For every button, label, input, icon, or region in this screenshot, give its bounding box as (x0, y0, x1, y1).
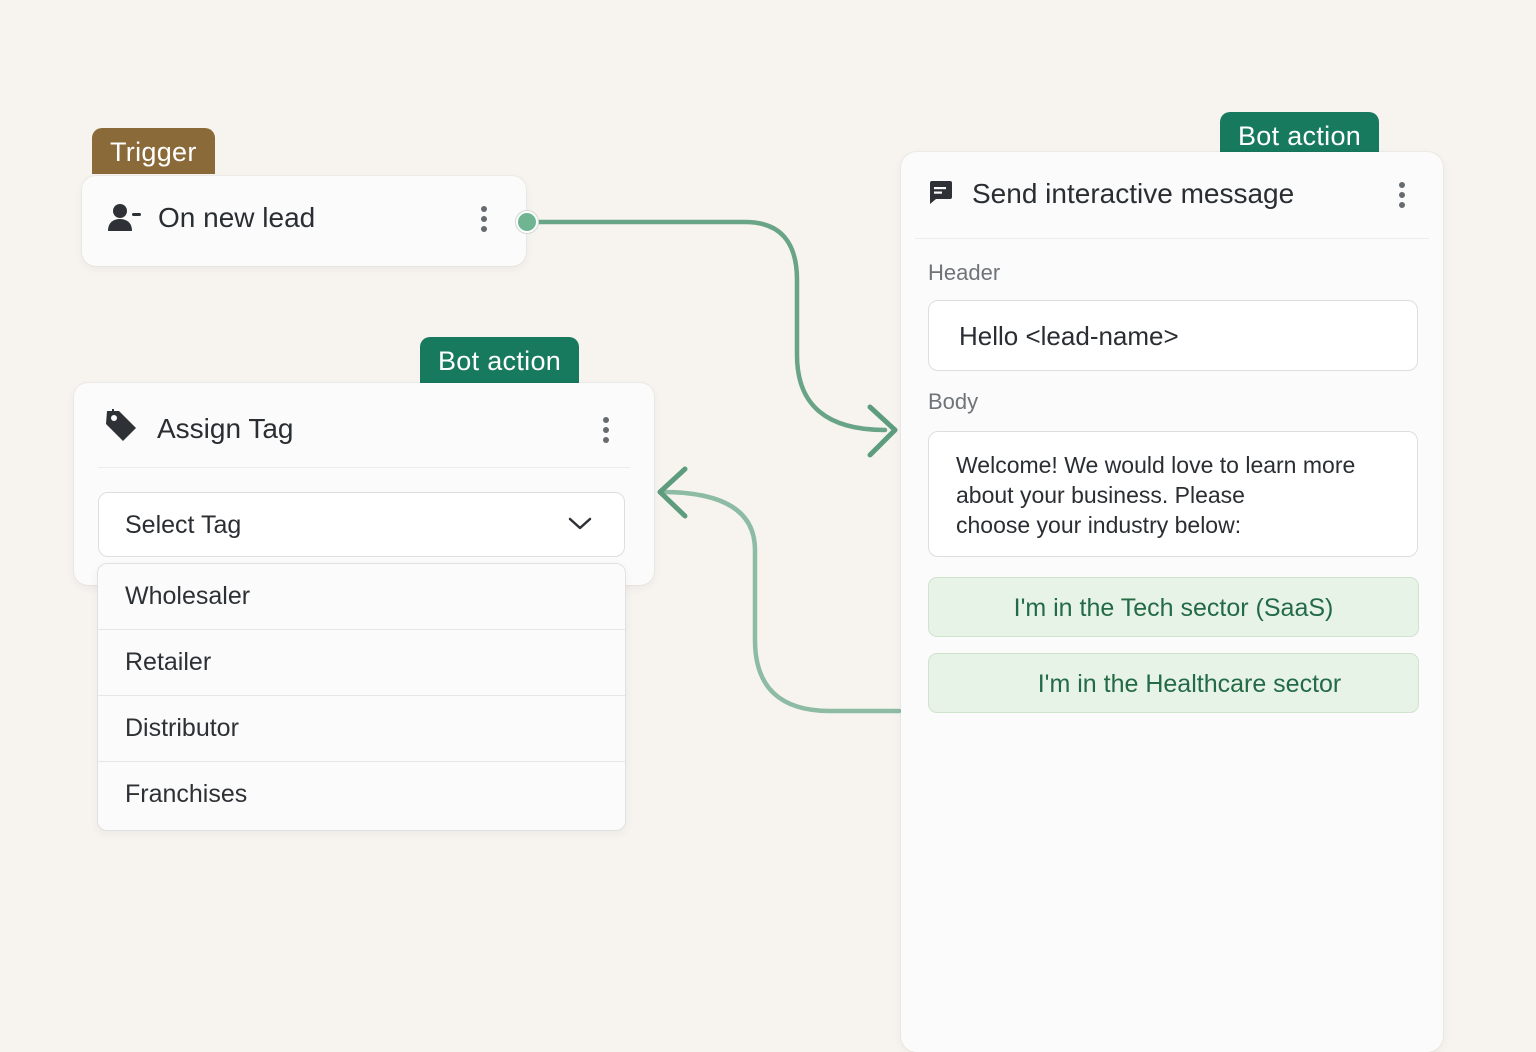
header-input[interactable]: Hello <lead-name> (928, 300, 1418, 371)
trigger-output-port[interactable] (516, 211, 538, 233)
tag-options-list: Wholesaler Retailer Distributor Franchis… (97, 563, 626, 831)
body-line-2: about your business. Please (956, 482, 1245, 508)
tag-option-retailer[interactable]: Retailer (98, 630, 625, 696)
message-header-divider (915, 238, 1429, 239)
body-textarea[interactable]: Welcome! We would love to learn more abo… (928, 431, 1418, 557)
reply-button-tech[interactable]: I'm in the Tech sector (SaaS) (928, 577, 1419, 637)
tag-icon (104, 409, 140, 443)
assign-tag-menu-button[interactable] (602, 417, 610, 447)
reply-button-healthcare[interactable]: I'm in the Healthcare sector (928, 653, 1419, 713)
header-input-value: Hello <lead-name> (959, 321, 1179, 351)
trigger-badge: Trigger (92, 128, 215, 174)
tag-option-distributor[interactable]: Distributor (98, 696, 625, 762)
body-label: Body (928, 389, 979, 414)
chevron-down-icon (568, 517, 592, 536)
tag-select-value: Select Tag (125, 511, 242, 539)
tag-option-wholesaler[interactable]: Wholesaler (98, 564, 625, 630)
trigger-menu-button[interactable] (480, 206, 488, 236)
body-line-1: Welcome! We would love to learn more (956, 452, 1356, 478)
message-menu-button[interactable] (1398, 182, 1406, 212)
header-divider (98, 467, 630, 468)
header-label: Header (928, 260, 1001, 285)
trigger-node-card[interactable]: On new lead (82, 176, 526, 266)
user-plus-icon (108, 202, 142, 234)
body-line-3: choose your industry below: (956, 512, 1242, 538)
tag-select-dropdown[interactable]: Select Tag (98, 492, 625, 557)
assign-tag-title: Assign Tag (157, 413, 294, 444)
message-title: Send interactive message (972, 178, 1295, 209)
assign-tag-badge: Bot action (420, 337, 580, 383)
trigger-title: On new lead (158, 202, 316, 233)
connector-message-to-tag (659, 489, 902, 714)
tag-option-franchises[interactable]: Franchises (98, 762, 625, 827)
message-icon (927, 180, 953, 206)
